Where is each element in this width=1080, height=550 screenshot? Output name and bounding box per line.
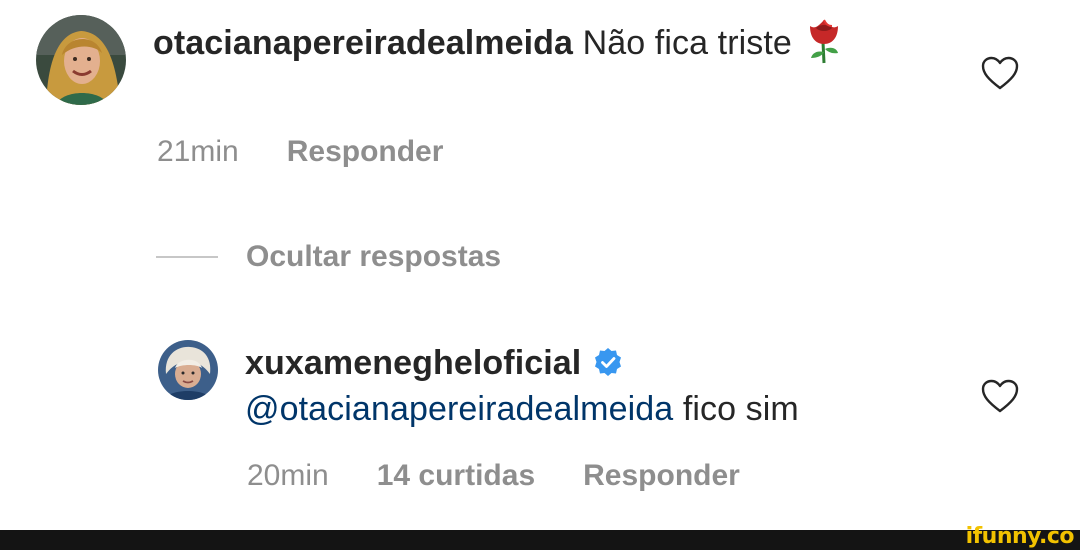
hide-replies-label[interactable]: Ocultar respostas <box>246 240 501 274</box>
verified-badge-icon <box>593 347 623 377</box>
like-heart-icon[interactable] <box>980 55 1020 91</box>
avatar-photo-icon <box>36 15 126 105</box>
ifunny-watermark: ifunny.co <box>965 524 1075 549</box>
username-link[interactable]: xuxameneghel​oficial <box>245 344 581 382</box>
avatar[interactable] <box>36 15 126 105</box>
hide-replies-toggle[interactable]: Ocultar respostas <box>156 237 501 277</box>
reply-button[interactable]: Responder <box>287 135 444 168</box>
watermark-bar: ifunny.co <box>0 524 1080 550</box>
avatar-photo-icon <box>158 340 218 400</box>
comment-text: otacianapereiradealmeida Não fica triste <box>153 16 873 66</box>
likes-count-link[interactable]: 14 curtidas <box>377 459 535 492</box>
divider-line <box>156 256 218 258</box>
comment-text: xuxameneghel​oficial @otacianapereiradea… <box>245 340 945 432</box>
reply-button[interactable]: Responder <box>583 459 740 492</box>
comment-meta: 21min Responder <box>157 134 443 170</box>
comment-meta: 20min 14 curtidas Responder <box>247 458 740 494</box>
username-link[interactable]: otacianapereiradealmeida <box>153 24 573 62</box>
comment-body: fico sim <box>673 390 799 428</box>
comment-timestamp[interactable]: 20min <box>247 459 329 492</box>
comment-timestamp[interactable]: 21min <box>157 135 239 168</box>
comment-body: Não fica triste <box>573 24 792 62</box>
rose-icon <box>802 16 846 64</box>
avatar[interactable] <box>158 340 218 400</box>
like-heart-icon[interactable] <box>980 378 1020 414</box>
mention-link[interactable]: @otacianapereiradealmeida <box>245 390 673 428</box>
